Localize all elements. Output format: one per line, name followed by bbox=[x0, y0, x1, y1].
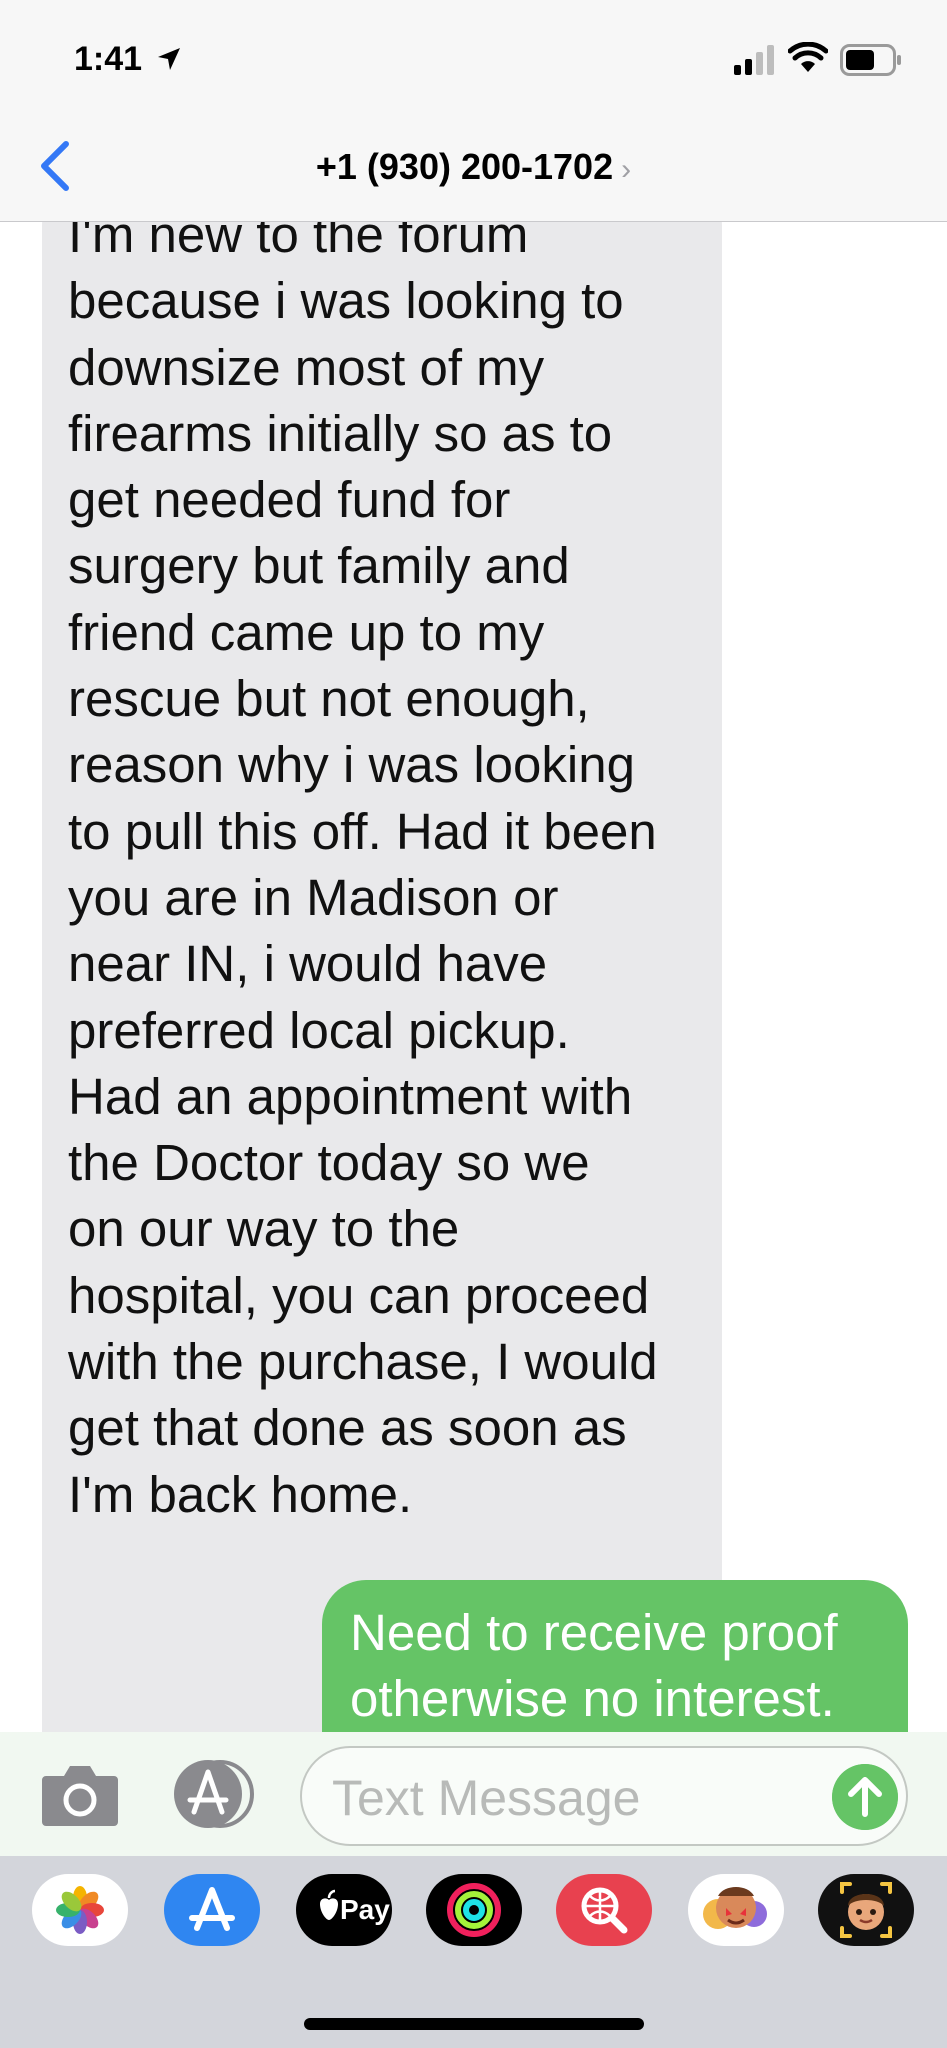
contact-number: +1 (930) 200-1702 bbox=[315, 146, 614, 187]
memoji-stickers-icon[interactable] bbox=[688, 1874, 784, 1946]
home-indicator[interactable] bbox=[304, 2018, 644, 2030]
battery-icon bbox=[840, 44, 901, 76]
send-arrow-icon[interactable] bbox=[832, 1764, 898, 1830]
text-message-input[interactable] bbox=[332, 1768, 792, 1828]
photos-icon[interactable] bbox=[32, 1874, 128, 1946]
navigation-header: 1:41 +1 (930) 200-1702 › bbox=[0, 0, 947, 222]
outgoing-message-text: Need to receive proof otherwise no inter… bbox=[350, 1604, 838, 1727]
cellular-signal-icon bbox=[734, 45, 774, 75]
location-arrow-icon bbox=[158, 48, 180, 70]
app-store-drawer-icon[interactable] bbox=[168, 1758, 260, 1830]
message-composer bbox=[0, 1732, 947, 1856]
wifi-icon bbox=[788, 42, 828, 72]
web-images-icon[interactable] bbox=[556, 1874, 652, 1946]
message-thread[interactable]: I'm new to the forum because i was looki… bbox=[0, 222, 947, 1732]
imessage-app-drawer: Pay bbox=[0, 1856, 947, 2048]
animoji-icon[interactable] bbox=[818, 1874, 914, 1946]
contact-title[interactable]: +1 (930) 200-1702 › bbox=[0, 146, 947, 188]
contact-chevron-icon: › bbox=[621, 153, 632, 186]
apple-pay-icon[interactable]: Pay bbox=[296, 1874, 392, 1946]
app-store-icon[interactable] bbox=[164, 1874, 260, 1946]
text-message-field[interactable] bbox=[300, 1746, 908, 1846]
camera-icon[interactable] bbox=[40, 1762, 120, 1828]
activity-icon[interactable] bbox=[426, 1874, 522, 1946]
status-time: 1:41 bbox=[74, 40, 143, 78]
apple-pay-label: Pay bbox=[340, 1894, 390, 1925]
incoming-message-text: I'm new to the forum because i was looki… bbox=[68, 222, 658, 1523]
